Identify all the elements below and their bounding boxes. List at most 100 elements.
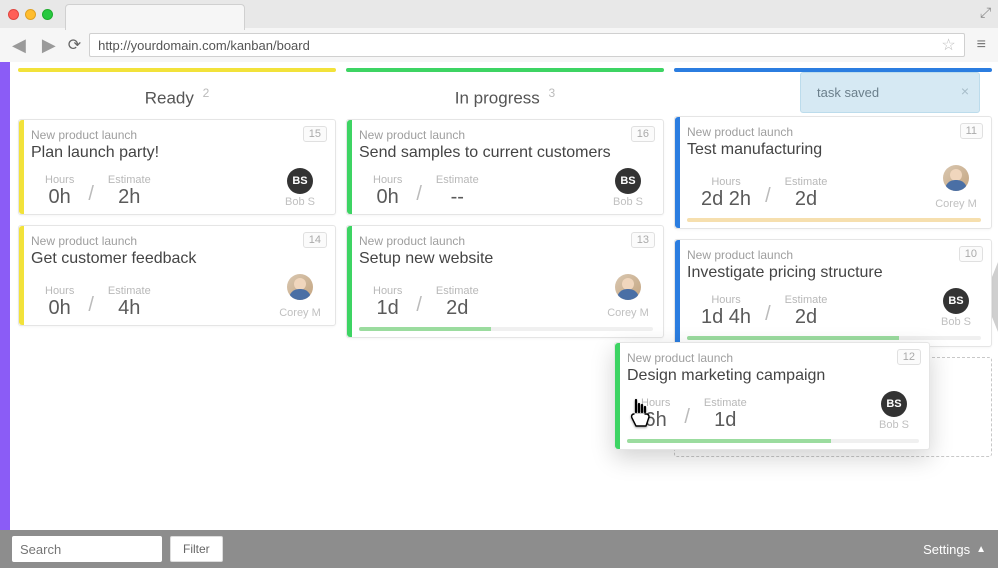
column-header: In progress 3 (344, 72, 666, 119)
settings-label: Settings (923, 542, 970, 557)
card-number-badge: 14 (303, 232, 327, 248)
estimate-label: Estimate (108, 285, 151, 297)
kanban-card[interactable]: New product launch 14 Get customer feedb… (18, 225, 336, 326)
card-title: Setup new website (359, 250, 653, 268)
hours-label: Hours (373, 285, 402, 297)
card-edge (675, 240, 680, 346)
assignee[interactable]: BS Bob S (603, 168, 653, 208)
card-title: Test manufacturing (687, 141, 981, 159)
assignee[interactable]: BS Bob S (931, 288, 981, 328)
card-edge (347, 226, 352, 337)
assignee[interactable]: Corey M (931, 165, 981, 210)
progress-fill (359, 327, 491, 331)
column-header: Ready 2 (16, 72, 338, 119)
card-project: New product launch (359, 128, 653, 142)
browser-tab[interactable] (65, 4, 245, 30)
reload-icon[interactable]: ⟳ (68, 35, 81, 55)
estimate-value: 2d (785, 306, 828, 328)
browser-tab-bar: ⤢ (0, 0, 998, 28)
card-meta: Hours2d 2h / Estimate2d Corey M (687, 165, 981, 210)
hours-label: Hours (45, 285, 74, 297)
avatar-initials: BS (943, 288, 969, 314)
url-bar[interactable]: http://yourdomain.com/kanban/board ☆ (89, 33, 965, 57)
maximize-window-icon[interactable] (42, 9, 53, 20)
kanban-card-dragging[interactable]: New product launch 12 Design marketing c… (614, 342, 930, 450)
kanban-card[interactable]: New product launch 13 Setup new website … (346, 225, 664, 338)
card-number-badge: 15 (303, 126, 327, 142)
hamburger-menu-icon[interactable]: ≡ (973, 36, 990, 54)
hours-label: Hours (701, 176, 751, 188)
browser-chrome: ⤢ ◀ ▶ ⟳ http://yourdomain.com/kanban/boa… (0, 0, 998, 62)
assignee-name: Bob S (931, 316, 981, 328)
back-icon[interactable]: ◀ (8, 35, 30, 56)
kanban-card[interactable]: New product launch 10 Investigate pricin… (674, 239, 992, 347)
progress-fill (687, 336, 899, 340)
kanban-card[interactable]: New product launch 15 Plan launch party!… (18, 119, 336, 215)
column-title: In progress (455, 89, 540, 108)
window-controls[interactable] (8, 9, 53, 20)
card-meta: Hours0h / Estimate-- BS Bob S (359, 168, 653, 208)
card-number-badge: 12 (897, 349, 921, 365)
card-edge (675, 117, 680, 228)
bookmark-star-icon[interactable]: ☆ (941, 35, 955, 55)
assignee[interactable]: BS Bob S (275, 168, 325, 208)
estimate-value: 2h (108, 186, 151, 208)
card-title: Investigate pricing structure (687, 264, 981, 282)
estimate-block: Estimate 2h (94, 174, 165, 208)
filter-button[interactable]: Filter (170, 536, 223, 562)
forward-icon[interactable]: ▶ (38, 35, 60, 56)
estimate-label: Estimate (436, 174, 479, 186)
assignee[interactable]: Corey M (275, 274, 325, 319)
column-in-progress: In progress 3 New product launch 16 Send… (344, 68, 666, 530)
column-count: 3 (549, 86, 556, 100)
card-title: Send samples to current customers (359, 144, 653, 162)
kanban-card[interactable]: New product launch 11 Test manufacturing… (674, 116, 992, 229)
card-meta: Hours1d 4h / Estimate2d BS Bob S (687, 288, 981, 328)
kanban-card[interactable]: New product launch 16 Send samples to cu… (346, 119, 664, 215)
hours-value: 6h (641, 409, 670, 431)
estimate-label: Estimate (785, 294, 828, 306)
assignee-name: Bob S (275, 196, 325, 208)
estimate-label: Estimate (436, 285, 479, 297)
card-edge (615, 343, 620, 449)
card-edge (19, 226, 24, 325)
card-progress-bar (687, 218, 981, 222)
avatar-photo (287, 274, 313, 300)
column-ready: Ready 2 New product launch 15 Plan launc… (16, 68, 338, 530)
url-text: http://yourdomain.com/kanban/board (98, 38, 310, 53)
assignee[interactable]: Corey M (603, 274, 653, 319)
kanban-app: task saved × Ready 2 New product launch … (0, 62, 998, 568)
avatar-initials: BS (287, 168, 313, 194)
browser-toolbar: ◀ ▶ ⟳ http://yourdomain.com/kanban/board… (0, 28, 998, 62)
card-progress-bar (359, 327, 653, 331)
search-input[interactable] (12, 536, 162, 562)
card-project: New product launch (687, 248, 981, 262)
estimate-label: Estimate (785, 176, 828, 188)
minimize-window-icon[interactable] (25, 9, 36, 20)
estimate-value: 1d (704, 409, 747, 431)
hours-value: 2d 2h (701, 188, 751, 210)
card-number-badge: 13 (631, 232, 655, 248)
card-progress-bar (687, 336, 981, 340)
left-rail[interactable] (0, 62, 10, 530)
card-title: Get customer feedback (31, 250, 325, 268)
assignee-name: Corey M (931, 198, 981, 210)
footer-bar: Filter Settings ▲ (0, 530, 998, 568)
card-number-badge: 11 (960, 123, 983, 139)
card-meta: Hours6h / Estimate1d BS Bob S (627, 391, 919, 431)
card-project: New product launch (627, 351, 919, 365)
hours-label: Hours (701, 294, 751, 306)
settings-menu[interactable]: Settings ▲ (923, 542, 986, 557)
assignee-name: Bob S (603, 196, 653, 208)
estimate-value: 4h (108, 297, 151, 319)
card-project: New product launch (31, 234, 325, 248)
toast-close-icon[interactable]: × (961, 83, 969, 99)
resize-icon: ⤢ (980, 6, 992, 18)
estimate-value: 2d (785, 188, 828, 210)
assignee[interactable]: BS Bob S (869, 391, 919, 431)
toast-notification: task saved × (800, 72, 980, 113)
card-project: New product launch (359, 234, 653, 248)
card-meta: Hours1d / Estimate2d Corey M (359, 274, 653, 319)
avatar-initials: BS (881, 391, 907, 417)
close-window-icon[interactable] (8, 9, 19, 20)
